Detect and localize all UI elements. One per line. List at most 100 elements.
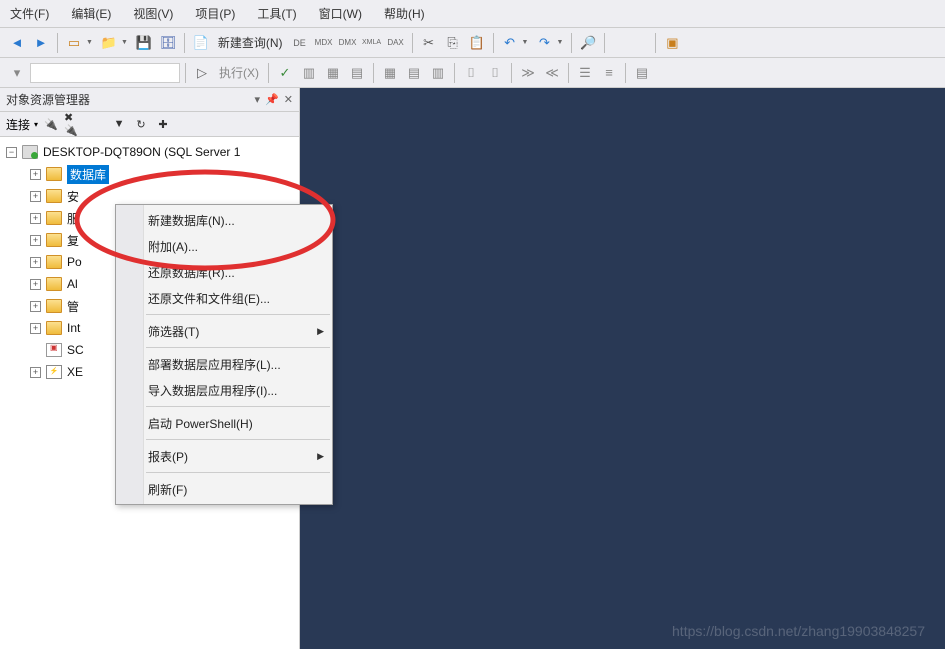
folder-icon <box>46 233 62 247</box>
results-text-icon[interactable]: ▤ <box>403 62 425 84</box>
toolbar-query: ▾ ▷ 执行(X) ✓ ▥ ▦ ▤ ▦ ▤ ▥ ⌷ ⌷ ≫ ≪ ☰ ≡ ▤ <box>0 58 945 88</box>
tree-item-label: SC <box>67 343 84 357</box>
cm-start-powershell[interactable]: 启动 PowerShell(H) <box>116 410 332 436</box>
new-project-icon[interactable]: ▭ <box>63 32 85 54</box>
xmla-icon[interactable]: XMLA <box>361 32 383 54</box>
cm-deploy-app[interactable]: 部署数据层应用程序(L)... <box>116 351 332 377</box>
cm-reports[interactable]: 报表(P)▶ <box>116 443 332 469</box>
folder-icon <box>46 255 62 269</box>
open-icon[interactable]: 📁 <box>98 32 120 54</box>
new-query-icon[interactable]: 📄 <box>190 32 212 54</box>
expand-icon[interactable]: − <box>6 147 17 158</box>
save-icon[interactable]: 💾 <box>133 32 155 54</box>
xe-icon: ⚡ <box>46 365 62 379</box>
new-query-button[interactable]: 新建查询(N) <box>214 34 287 51</box>
toolbar-main: ◄ ► ▭▼ 📁▼ 💾 🗄 📄 新建查询(N) DE MDX DMX XMLA … <box>0 28 945 58</box>
options-icon[interactable]: ▣ <box>661 32 683 54</box>
menu-window[interactable]: 窗口(W) <box>315 2 366 25</box>
nav-forward-icon[interactable]: ► <box>30 32 52 54</box>
expand-icon[interactable]: + <box>30 367 41 378</box>
uncomment-icon[interactable]: ⌷ <box>484 62 506 84</box>
mdx-icon[interactable]: MDX <box>313 32 335 54</box>
add-icon[interactable]: ✚ <box>154 115 172 133</box>
tree-item-label: 管 <box>67 298 79 315</box>
cm-refresh[interactable]: 刷新(F) <box>116 476 332 502</box>
disconnect-icon[interactable]: ✖🔌 <box>64 115 82 133</box>
folder-icon <box>46 211 62 225</box>
tree-item-label: 服 <box>67 210 79 227</box>
expand-icon[interactable]: + <box>30 235 41 246</box>
expand-icon[interactable]: + <box>30 191 41 202</box>
copy-icon[interactable]: ⎘ <box>442 32 464 54</box>
save-all-icon[interactable]: 🗄 <box>157 32 179 54</box>
folder-icon <box>46 299 62 313</box>
folder-icon <box>46 189 62 203</box>
intellisense-icon[interactable]: ☰ <box>574 62 596 84</box>
db-combo-icon[interactable]: ▾ <box>6 62 28 84</box>
cm-attach[interactable]: 附加(A)... <box>116 233 332 259</box>
folder-icon <box>46 277 62 291</box>
context-menu: 新建数据库(N)... 附加(A)... 还原数据库(R)... 还原文件和文件… <box>115 204 333 505</box>
expand-icon[interactable]: + <box>30 323 41 334</box>
tree-item-label: Al <box>67 277 78 291</box>
expand-icon[interactable]: + <box>30 213 41 224</box>
database-combo[interactable] <box>30 63 180 83</box>
results-file-icon[interactable]: ▥ <box>427 62 449 84</box>
panel-pin-icon[interactable]: 📌 <box>265 93 279 106</box>
comment-icon[interactable]: ⌷ <box>460 62 482 84</box>
cm-import-app[interactable]: 导入数据层应用程序(I)... <box>116 377 332 403</box>
outdent-icon[interactable]: ≪ <box>541 62 563 84</box>
cm-new-database[interactable]: 新建数据库(N)... <box>116 207 332 233</box>
cm-restore-files[interactable]: 还原文件和文件组(E)... <box>116 285 332 311</box>
de-icon[interactable]: DE <box>289 32 311 54</box>
menu-tools[interactable]: 工具(T) <box>253 2 300 25</box>
dmx-icon[interactable]: DMX <box>337 32 359 54</box>
panel-close-icon[interactable]: ✕ <box>284 93 293 106</box>
nav-back-icon[interactable]: ◄ <box>6 32 28 54</box>
find-icon[interactable]: 🔎 <box>577 32 599 54</box>
execute-button[interactable]: 执行(X) <box>215 64 263 81</box>
plan-icon[interactable]: ▦ <box>322 62 344 84</box>
tree-item-label: XE <box>67 365 83 379</box>
expand-icon[interactable]: + <box>30 257 41 268</box>
cm-restore-database[interactable]: 还原数据库(R)... <box>116 259 332 285</box>
debug-icon[interactable]: ✓ <box>274 62 296 84</box>
stats-icon[interactable]: ▤ <box>346 62 368 84</box>
expand-icon[interactable]: + <box>30 279 41 290</box>
tree-server-node[interactable]: − DESKTOP-DQT89ON (SQL Server 1 <box>0 141 299 163</box>
tree-item-label: 安 <box>67 188 79 205</box>
panel-title: 对象资源管理器 <box>6 91 90 108</box>
refresh-icon[interactable]: ↻ <box>132 115 150 133</box>
cut-icon[interactable]: ✂ <box>418 32 440 54</box>
cm-filter[interactable]: 筛选器(T)▶ <box>116 318 332 344</box>
options2-icon[interactable]: ▤ <box>631 62 653 84</box>
dax-icon[interactable]: DAX <box>385 32 407 54</box>
indent-icon[interactable]: ≫ <box>517 62 539 84</box>
tree-item-label: 复 <box>67 232 79 249</box>
expand-icon[interactable]: + <box>30 169 41 180</box>
undo-icon[interactable]: ↶ <box>499 32 521 54</box>
menu-view[interactable]: 视图(V) <box>129 2 177 25</box>
tree-item-label: Int <box>67 321 80 335</box>
tree-item-label: Po <box>67 255 82 269</box>
menu-help[interactable]: 帮助(H) <box>380 2 429 25</box>
menu-edit[interactable]: 编辑(E) <box>67 2 115 25</box>
menu-file[interactable]: 文件(F) <box>6 2 53 25</box>
connect-icon[interactable]: 🔌 <box>42 115 60 133</box>
paste-icon[interactable]: 📋 <box>466 32 488 54</box>
server-icon <box>22 145 38 159</box>
connect-button[interactable]: 连接 <box>6 116 30 133</box>
tree-databases-node[interactable]: + 数据库 <box>0 163 299 185</box>
expand-icon[interactable]: + <box>30 301 41 312</box>
redo-icon[interactable]: ↷ <box>533 32 555 54</box>
filter-icon[interactable]: ▼ <box>110 115 128 133</box>
panel-dropdown-icon[interactable]: ▾ <box>255 93 261 106</box>
chevron-right-icon: ▶ <box>317 451 324 462</box>
snippet-icon[interactable]: ≡ <box>598 62 620 84</box>
tree-server-label: DESKTOP-DQT89ON (SQL Server 1 <box>43 145 240 159</box>
execute-icon[interactable]: ▷ <box>191 62 213 84</box>
parse-icon[interactable]: ▥ <box>298 62 320 84</box>
menu-project[interactable]: 项目(P) <box>191 2 239 25</box>
watermark-text: https://blog.csdn.net/zhang19903848257 <box>672 623 925 639</box>
results-grid-icon[interactable]: ▦ <box>379 62 401 84</box>
